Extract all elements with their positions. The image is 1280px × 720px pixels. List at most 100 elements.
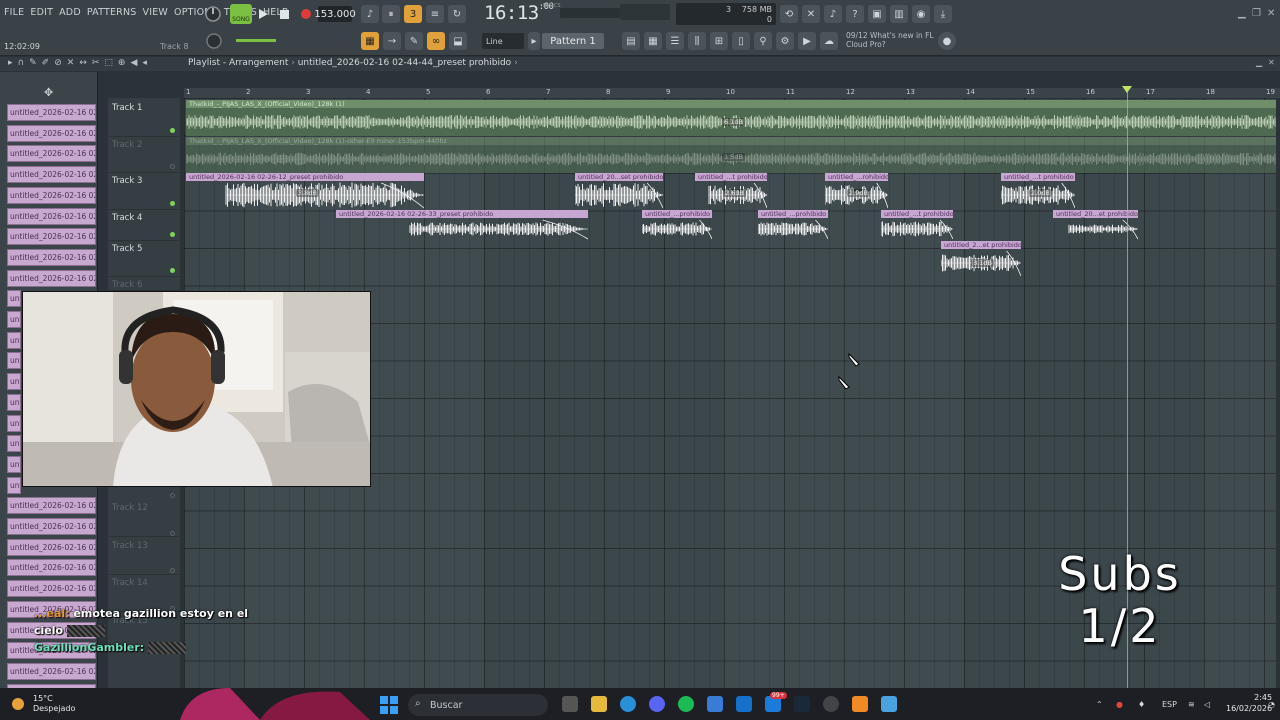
playlist-close-icon[interactable]: ✕ xyxy=(1268,58,1275,67)
link-icon[interactable]: ∞ xyxy=(427,32,445,50)
picker-clip-item[interactable]: untitled_2026-02-16 02- xyxy=(7,580,96,598)
playlist-window-icon[interactable]: ▤ xyxy=(622,32,640,50)
close-icon[interactable]: ✕ xyxy=(1267,8,1275,19)
menu-patterns[interactable]: PATTERNS xyxy=(87,7,137,18)
cloud-icon[interactable]: ☁ xyxy=(820,32,838,50)
picker-clip-item[interactable]: unti xyxy=(7,331,21,349)
pattern-clip[interactable]: untitled_...prohibido xyxy=(758,210,828,240)
track-header[interactable]: Track 2 xyxy=(108,137,180,173)
picker-clip-item[interactable]: untitled_2026-02-16 02- xyxy=(7,104,96,121)
picker-clip-item[interactable]: untitled_2026-02-16 02- xyxy=(7,518,96,535)
wifi-icon[interactable]: ≋ xyxy=(1188,700,1195,709)
picker-clip-item[interactable]: unti xyxy=(7,435,21,453)
pencil-icon[interactable]: ✎ xyxy=(405,32,423,50)
track-mute-led[interactable] xyxy=(170,201,175,206)
picker-clip-item[interactable]: untitled_2026-02-16 02- xyxy=(7,145,96,163)
browser-icon[interactable]: ⊞ xyxy=(710,32,728,50)
pattern-clip[interactable]: untitled_2...et prohibido 3.1dB xyxy=(941,241,1021,277)
volume-icon[interactable]: ◁ xyxy=(1204,700,1210,709)
magnet-icon[interactable]: ∩ xyxy=(18,58,25,68)
stamp-icon[interactable]: ⬓ xyxy=(449,32,467,50)
picker-clip-item[interactable]: untitled_2026-02-16 02- xyxy=(7,497,96,515)
pattern-clip[interactable]: untitled_...t prohibido 2.0dB xyxy=(1001,173,1075,209)
menu-edit[interactable]: EDIT xyxy=(30,7,53,18)
mute-tool-icon[interactable]: ✕ xyxy=(67,58,75,68)
draw-tool-icon[interactable]: ✎ xyxy=(29,58,37,68)
picker-move-icon[interactable]: ✥ xyxy=(44,86,53,99)
picker-clip-item[interactable]: untitled_2026-02-16 02- xyxy=(7,538,96,556)
steam-icon[interactable] xyxy=(794,696,810,712)
track-mute-led[interactable] xyxy=(170,531,175,536)
save-icon[interactable]: ▣ xyxy=(868,5,886,23)
outlook-icon[interactable] xyxy=(736,696,752,712)
weather-icon[interactable] xyxy=(10,696,26,712)
discord-icon[interactable] xyxy=(649,696,665,712)
loop-record-icon[interactable]: ↻ xyxy=(448,5,466,23)
notepad-icon[interactable] xyxy=(881,696,897,712)
track-mute-led[interactable] xyxy=(170,568,175,573)
track-mute-led[interactable] xyxy=(170,164,175,169)
timeline-ruler[interactable]: 1 2 3 4 5 6 7 8 9 10 11 12 13 14 15 16 17 18 19 xyxy=(184,88,1280,98)
language-indicator[interactable]: ESP xyxy=(1162,700,1177,709)
picker-clip-item[interactable]: unti xyxy=(7,393,21,411)
slip-tool-icon[interactable]: ↔ xyxy=(79,58,87,68)
touch-keyboard-icon[interactable]: ⚙ xyxy=(776,32,794,50)
picker-clip-item[interactable]: unti xyxy=(7,455,21,473)
minimize-icon[interactable]: ▁ xyxy=(1238,8,1246,19)
file-explorer-icon[interactable] xyxy=(591,696,607,712)
blend-notes-icon[interactable]: ≡ xyxy=(426,5,444,23)
menu-file[interactable]: FILE xyxy=(4,7,24,18)
panic-icon[interactable]: ✕ xyxy=(802,5,820,23)
picker-clip-item[interactable]: untitled_2026-02-16 02- xyxy=(7,559,96,577)
store-icon[interactable] xyxy=(707,696,723,712)
metronome-icon[interactable]: ♪ xyxy=(361,5,379,23)
pattern-clip[interactable]: untitled_...rohibido 2.9dB xyxy=(825,173,888,209)
play-button[interactable] xyxy=(254,4,272,24)
help-icon[interactable]: ? xyxy=(846,5,864,23)
paint-tool-icon[interactable]: ✐ xyxy=(42,58,50,68)
fl-studio-taskbar-icon[interactable] xyxy=(852,696,868,712)
picker-clip-item[interactable]: unti xyxy=(7,311,21,328)
pitch-knob[interactable] xyxy=(204,31,224,51)
song-position-slider[interactable] xyxy=(560,8,620,18)
spotify-icon[interactable] xyxy=(678,696,694,712)
mixer-shortcut-icon[interactable]: ▥ xyxy=(890,5,908,23)
picker-clip-item[interactable]: untitled_2026-02-16 02- xyxy=(7,207,96,225)
notification-bell-icon[interactable]: ◔ xyxy=(1268,700,1275,709)
weather-widget[interactable]: 15°C Despejado xyxy=(33,694,75,714)
select-tool-icon[interactable]: ⬚ xyxy=(104,58,113,68)
stop-button[interactable] xyxy=(276,4,292,24)
restore-icon[interactable]: ❐ xyxy=(1252,8,1261,19)
picker-clip-item[interactable]: unti xyxy=(7,352,21,370)
zoom-tool-icon[interactable]: ⊕ xyxy=(118,58,126,68)
channel-rack-icon[interactable]: ☰ xyxy=(666,32,684,50)
pattern-clip[interactable]: untitled_2026-02-16 02-26-33_preset proh… xyxy=(336,210,588,240)
delete-tool-icon[interactable]: ⊘ xyxy=(54,58,62,68)
pattern-prev-icon[interactable]: ▸ xyxy=(528,32,540,50)
arrow-right-icon[interactable]: → xyxy=(383,32,401,50)
audio-clip[interactable]: Thatkid_-_PIJAS_LAS_X_(Official_Video)_1… xyxy=(186,100,1276,136)
picker-clip-item[interactable]: unti xyxy=(7,290,21,308)
slice-tool-icon[interactable]: ✂ xyxy=(92,58,100,68)
tray-mic-icon[interactable]: ♦ xyxy=(1138,700,1145,709)
song-mode-toggle[interactable]: SONG xyxy=(230,4,252,24)
track-header[interactable]: Track 1 xyxy=(108,100,180,137)
playlist-minimize-icon[interactable]: ▁ xyxy=(1256,58,1262,67)
pattern-clip[interactable]: untitled_20...set prohibido xyxy=(575,173,663,209)
snap-select[interactable]: Line xyxy=(482,33,524,49)
tray-chevron-icon[interactable]: ⌃ xyxy=(1096,700,1103,709)
playhead-marker[interactable] xyxy=(1122,86,1132,93)
playlist-snap-icon[interactable]: ▦ xyxy=(361,32,379,50)
track-mute-led[interactable] xyxy=(170,128,175,133)
master-volume-slider[interactable] xyxy=(236,39,276,42)
taskbar-search[interactable]: ⌕ Buscar xyxy=(408,694,548,716)
track-header[interactable]: Track 5 xyxy=(108,241,180,277)
track-header[interactable]: Track 6 xyxy=(108,277,180,291)
track-mute-led[interactable] xyxy=(170,268,175,273)
pattern-select[interactable]: Pattern 1 xyxy=(542,33,604,49)
pattern-clip[interactable]: untitled_...prohibido xyxy=(642,210,712,240)
picker-clip-item[interactable]: untitled_2026-02-16 02- xyxy=(7,166,96,184)
task-view-icon[interactable] xyxy=(562,696,578,712)
track-header[interactable]: Track 4 xyxy=(108,210,180,241)
audio-clip-muted[interactable]: Thatkid_-_PIJAS_LAS_X_(Official_Video)_1… xyxy=(186,137,1276,173)
